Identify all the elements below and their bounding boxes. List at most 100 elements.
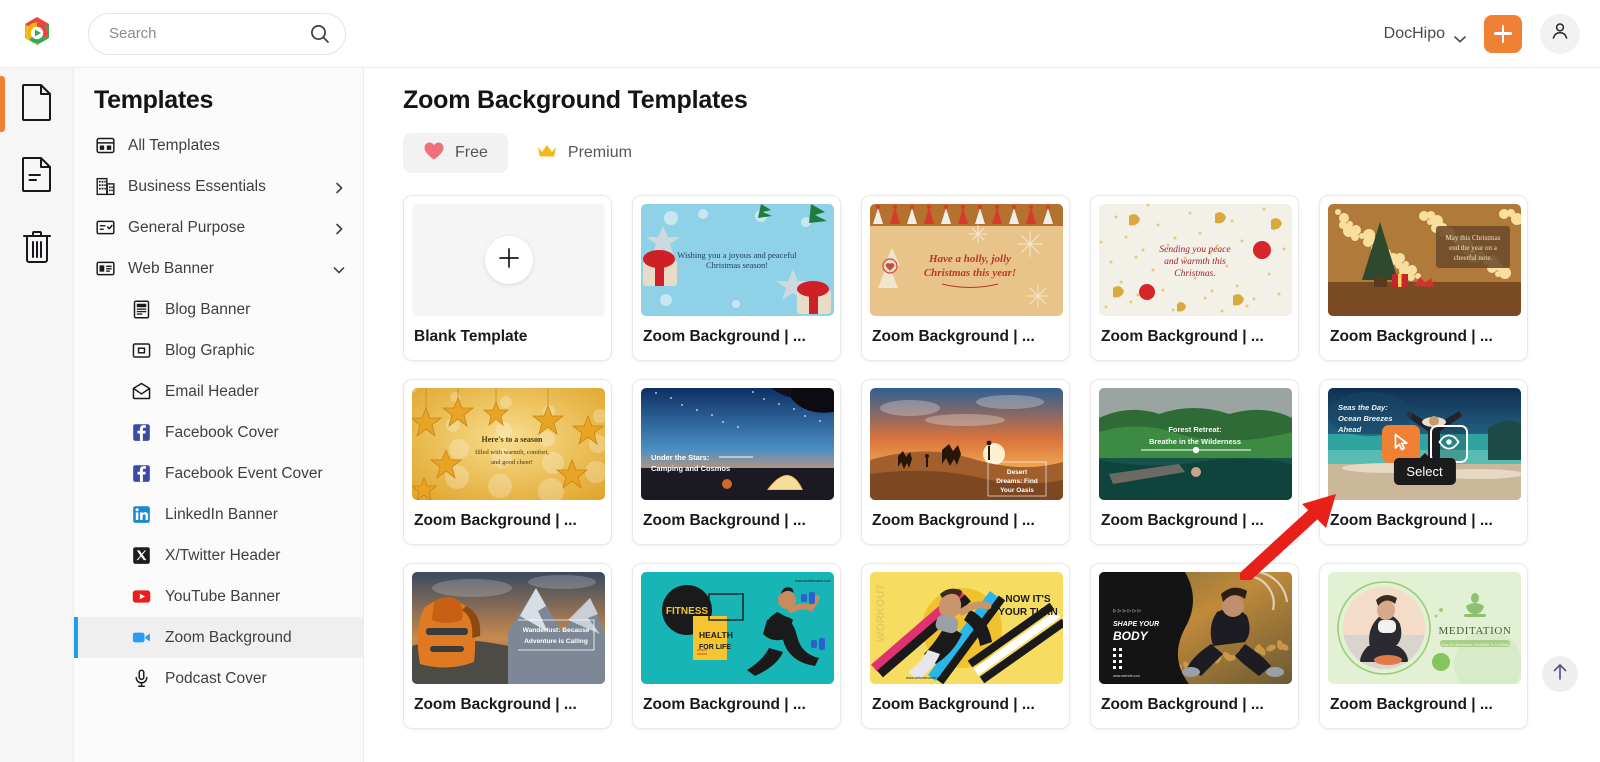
youtube-icon bbox=[130, 586, 152, 607]
template-card[interactable]: ▷▷▷▷▷▷ SHAPE YOUR BODY www.website.com Z… bbox=[1090, 563, 1299, 729]
scroll-to-top-button[interactable] bbox=[1542, 656, 1578, 692]
sidebar-item-linkedin-banner[interactable]: LinkedIn Banner bbox=[74, 494, 363, 535]
svg-text:Only On Weekends | 09:00AM To: Only On Weekends | 09:00AM To 10:00AM bbox=[1441, 643, 1510, 647]
template-thumbnail[interactable]: Under the Stars: Camping and Cosmos bbox=[641, 388, 834, 500]
template-grid: Blank Template Wishing you a joyous and … bbox=[403, 195, 1568, 729]
sidebar-item-web-banner[interactable]: Web Banner bbox=[74, 248, 363, 289]
template-card[interactable]: Forest Retreat: Breathe in the Wildernes… bbox=[1090, 379, 1299, 545]
template-card[interactable]: Desert Dreams: Find Your Oasis Zoom Backg… bbox=[861, 379, 1070, 545]
sidebar-item-zoom-background[interactable]: Zoom Background bbox=[74, 617, 363, 658]
template-card-label: Blank Template bbox=[414, 328, 528, 345]
search-box[interactable] bbox=[88, 12, 346, 55]
template-card[interactable]: Seas the Day: Ocean Breezes Ahead Select… bbox=[1319, 379, 1528, 545]
template-thumbnail[interactable]: Wanderlust: Because Adventure is Calling bbox=[412, 572, 605, 684]
template-card[interactable]: WORKOUT NOW IT'S YOUR TURN www.websitena… bbox=[861, 563, 1070, 729]
template-card-label: Zoom Background | ... bbox=[414, 696, 577, 713]
sidebar-item-label: Business Essentials bbox=[128, 177, 266, 195]
sidebar-item-all-templates[interactable]: All Templates bbox=[74, 125, 363, 166]
rail-item-documents[interactable] bbox=[0, 68, 74, 140]
template-thumbnail-art: WORKOUT NOW IT'S YOUR TURN www.websitena… bbox=[870, 572, 1063, 684]
svg-text:SHAPE YOUR: SHAPE YOUR bbox=[1113, 621, 1159, 628]
svg-text:NOW IT'S: NOW IT'S bbox=[1005, 594, 1050, 605]
search-icon[interactable] bbox=[309, 23, 331, 45]
sidebar-item-label: Facebook Cover bbox=[165, 423, 279, 441]
sidebar-item-youtube-banner[interactable]: YouTube Banner bbox=[74, 576, 363, 617]
user-avatar[interactable] bbox=[1540, 13, 1580, 54]
zoom-video-icon bbox=[130, 627, 152, 648]
template-thumbnail[interactable]: Desert Dreams: Find Your Oasis bbox=[870, 388, 1063, 500]
template-card[interactable]: Wanderlust: Because Adventure is Calling… bbox=[403, 563, 612, 729]
template-thumbnail[interactable]: Seas the Day: Ocean Breezes Ahead Select bbox=[1328, 388, 1521, 500]
template-thumbnail[interactable]: Have a holly, jolly Christmas this year! bbox=[870, 204, 1063, 316]
search-input[interactable] bbox=[109, 25, 309, 42]
svg-text:Forest Retreat:: Forest Retreat: bbox=[1168, 425, 1221, 434]
template-card[interactable]: Here's to a season filled with warmth, c… bbox=[403, 379, 612, 545]
sidebar-item-podcast-cover[interactable]: Podcast Cover bbox=[74, 658, 363, 699]
template-thumbnail[interactable]: FITNESS HEALTH FOR LIFE www.websitename.… bbox=[641, 572, 834, 684]
document-lines-icon bbox=[21, 155, 53, 198]
template-thumbnail[interactable]: WORKOUT NOW IT'S YOUR TURN www.websitena… bbox=[870, 572, 1063, 684]
svg-text:▷▷▷▷▷▷: ▷▷▷▷▷▷ bbox=[1113, 608, 1143, 613]
filter-tabs: Free Premium bbox=[403, 133, 1600, 173]
template-card[interactable]: FITNESS HEALTH FOR LIFE www.websitename.… bbox=[632, 563, 841, 729]
sidebar-nav-list: All Templates Business Essentials Genera… bbox=[74, 125, 363, 699]
template-card[interactable]: Have a holly, jolly Christmas this year!… bbox=[861, 195, 1070, 361]
blog-banner-icon bbox=[130, 299, 152, 320]
template-thumbnail[interactable]: MEDITATION Only On Weekends | 09:00AM To… bbox=[1328, 572, 1521, 684]
microphone-icon bbox=[130, 668, 152, 689]
template-thumbnail-art: Sending you peace and warmth this Christ… bbox=[1099, 204, 1292, 316]
sidebar-item-label: Facebook Event Cover bbox=[165, 464, 323, 482]
svg-text:end the year on a: end the year on a bbox=[1449, 244, 1498, 252]
dochipo-logo-icon[interactable] bbox=[16, 13, 58, 55]
filter-tab-premium[interactable]: Premium bbox=[516, 133, 652, 173]
svg-text:May this Christmas: May this Christmas bbox=[1446, 234, 1501, 242]
template-thumbnail[interactable] bbox=[412, 204, 605, 316]
template-thumbnail-art: MEDITATION Only On Weekends | 09:00AM To… bbox=[1328, 572, 1521, 684]
grid-layout-icon bbox=[94, 135, 116, 156]
add-blank-template-button[interactable] bbox=[484, 236, 533, 284]
svg-text:Christmas season!: Christmas season! bbox=[706, 260, 768, 270]
template-thumbnail[interactable]: Wishing you a joyous and peaceful Christ… bbox=[641, 204, 834, 316]
chevron-down-icon[interactable] bbox=[1454, 30, 1466, 42]
svg-text:Desert: Desert bbox=[1007, 469, 1028, 476]
chevron-right-icon[interactable] bbox=[333, 222, 345, 234]
template-thumbnail-art: Forest Retreat: Breathe in the Wildernes… bbox=[1099, 388, 1292, 500]
filter-tab-free[interactable]: Free bbox=[403, 133, 508, 173]
template-card[interactable]: May this Christmas end the year on a che… bbox=[1319, 195, 1528, 361]
template-card[interactable]: MEDITATION Only On Weekends | 09:00AM To… bbox=[1319, 563, 1528, 729]
brand-menu[interactable]: DocHipo bbox=[1384, 25, 1466, 43]
chevron-down-icon[interactable] bbox=[333, 263, 345, 275]
template-card[interactable]: Sending you peace and warmth this Christ… bbox=[1090, 195, 1299, 361]
rail-item-trash[interactable] bbox=[0, 212, 74, 284]
template-thumbnail[interactable]: Sending you peace and warmth this Christ… bbox=[1099, 204, 1292, 316]
template-card-label: Zoom Background | ... bbox=[643, 512, 806, 529]
create-new-button[interactable] bbox=[1484, 14, 1522, 53]
linkedin-icon bbox=[130, 504, 152, 525]
template-card[interactable]: Under the Stars: Camping and Cosmos Zoom… bbox=[632, 379, 841, 545]
blank-template-card[interactable]: Blank Template bbox=[403, 195, 612, 361]
template-thumbnail[interactable]: ▷▷▷▷▷▷ SHAPE YOUR BODY www.website.com bbox=[1099, 572, 1292, 684]
template-card-label: Zoom Background | ... bbox=[1101, 328, 1264, 345]
plus-icon bbox=[1494, 24, 1512, 43]
svg-text:cheerful note.: cheerful note. bbox=[1454, 254, 1493, 262]
sidebar-item-email-header[interactable]: Email Header bbox=[74, 371, 363, 412]
checklist-icon bbox=[94, 217, 116, 238]
template-thumbnail[interactable]: Here's to a season filled with warmth, c… bbox=[412, 388, 605, 500]
svg-text:BODY: BODY bbox=[1113, 629, 1149, 643]
template-thumbnail[interactable]: Forest Retreat: Breathe in the Wildernes… bbox=[1099, 388, 1292, 500]
sidebar-item-facebook-event-cover[interactable]: Facebook Event Cover bbox=[74, 453, 363, 494]
sidebar-item-x-twitter-header[interactable]: X/Twitter Header bbox=[74, 535, 363, 576]
sidebar-item-blog-banner[interactable]: Blog Banner bbox=[74, 289, 363, 330]
sidebar-item-business-essentials[interactable]: Business Essentials bbox=[74, 166, 363, 207]
eye-icon bbox=[1437, 433, 1460, 455]
sidebar-item-facebook-cover[interactable]: Facebook Cover bbox=[74, 412, 363, 453]
crown-icon bbox=[536, 142, 558, 165]
chevron-right-icon[interactable] bbox=[333, 181, 345, 193]
user-avatar-icon bbox=[1549, 20, 1571, 47]
template-thumbnail[interactable]: May this Christmas end the year on a che… bbox=[1328, 204, 1521, 316]
rail-item-drafts[interactable] bbox=[0, 140, 74, 212]
sidebar-item-blog-graphic[interactable]: Blog Graphic bbox=[74, 330, 363, 371]
template-card[interactable]: Wishing you a joyous and peaceful Christ… bbox=[632, 195, 841, 361]
sidebar-item-label: All Templates bbox=[128, 136, 220, 154]
sidebar-item-general-purpose[interactable]: General Purpose bbox=[74, 207, 363, 248]
